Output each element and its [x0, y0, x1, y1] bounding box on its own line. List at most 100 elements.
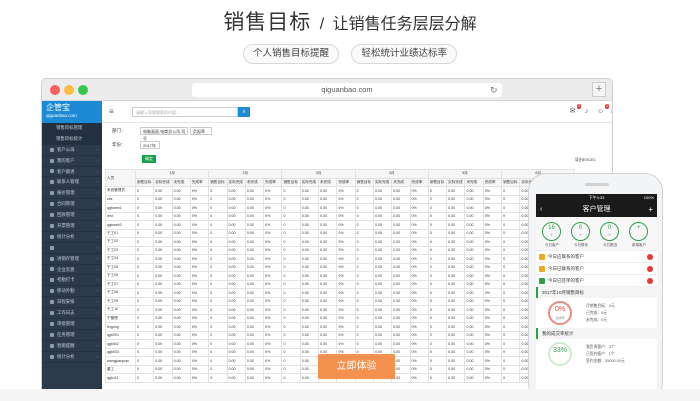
table-cell: 0%: [482, 330, 503, 340]
stat-unit: 个: [578, 233, 582, 237]
table-cell: 0.00: [446, 313, 466, 323]
phone-task-list: 今日应联系的客户 今日已联系的客户 今日已签单的客户: [536, 251, 657, 287]
table-cell: 0%: [336, 262, 356, 272]
task-item[interactable]: 今日应联系的客户: [536, 251, 657, 263]
stat-circle[interactable]: 0个: [571, 222, 590, 241]
sidebar-item[interactable]: 考勤打卡 ›: [42, 275, 102, 287]
chevron-right-icon: ›: [96, 310, 98, 316]
table-cell: 0.00: [244, 194, 265, 204]
year-select[interactable]: 2017年: [140, 141, 160, 149]
reload-icon[interactable]: ↻: [490, 83, 498, 97]
table-cell: 0.00: [391, 228, 411, 238]
task-item[interactable]: 今日已签单的客户: [536, 275, 657, 287]
table-cell: 0.00: [446, 220, 466, 230]
table-cell: 0%: [482, 220, 503, 230]
user-icon[interactable]: ☺ 1: [596, 104, 609, 116]
sidebar-item[interactable]: 智能提醒 ›: [42, 341, 102, 352]
table-cell: 0%: [189, 186, 210, 196]
table-cell: 0.00: [464, 237, 484, 247]
table-cell: 0.00: [171, 330, 191, 340]
sidebar-item[interactable]: 移动外勤 ›: [42, 286, 102, 298]
minimize-dot-icon[interactable]: [64, 85, 74, 95]
person-name: qgbweb1: [105, 203, 136, 213]
export-excel-button[interactable]: 导出EXCEL: [575, 157, 596, 163]
table-cell: 0.00: [372, 186, 393, 196]
sidebar-item[interactable]: 我的客户 ›: [42, 156, 102, 167]
sidebar-item[interactable]: 销售目标统计: [42, 133, 102, 145]
table-cell: 0.00: [446, 194, 466, 204]
table-cell: 0.00: [391, 313, 411, 323]
table-cell: 0%: [409, 279, 429, 289]
home-icon[interactable]: ⌂: [608, 107, 612, 116]
sidebar-item[interactable]: 企业云盘 ›: [42, 265, 102, 276]
sidebar-item[interactable]: 日程安排 ›: [42, 297, 102, 309]
app-logo[interactable]: 企管宝 qiguanbao.com: [42, 101, 102, 123]
sidebar-item[interactable]: 开票管理 ›: [42, 221, 102, 232]
table-cell: 0.00: [446, 356, 466, 366]
stat-circle[interactable]: 16 个: [542, 222, 561, 241]
table-cell: 0%: [409, 228, 429, 238]
table-cell: 0.00: [171, 194, 191, 204]
table-cell: 0%: [409, 356, 429, 366]
table-cell: 0.00: [464, 254, 484, 264]
task-item[interactable]: 今日已联系的客户: [536, 263, 657, 275]
search-button[interactable]: ⌕: [238, 107, 250, 117]
table-cell: 0: [281, 203, 301, 213]
sidebar-item[interactable]: 客户公海 ›: [42, 145, 102, 156]
month-header: 1月: [134, 169, 210, 179]
sidebar-item[interactable]: 任务管理 ›: [42, 330, 102, 341]
sidebar-item-label: 考勤打卡: [57, 277, 75, 283]
table-cell: 0: [354, 228, 374, 238]
sidebar-item[interactable]: 回款管理 ›: [42, 210, 102, 222]
table-cell: 0: [354, 220, 374, 230]
add-icon[interactable]: +: [648, 202, 653, 217]
sidebar-item-label: 日程安排: [57, 299, 75, 305]
stat-circle[interactable]: 0个: [600, 222, 619, 241]
bell-icon[interactable]: ♪: [582, 107, 591, 116]
back-icon[interactable]: ‹: [540, 202, 542, 217]
table-cell: 0: [134, 305, 155, 315]
table-cell: 0.00: [372, 330, 393, 340]
table-cell: 0.00: [153, 262, 173, 272]
sidebar-item[interactable]: 统计分析 ›: [42, 232, 102, 243]
table-cell: 0.00: [372, 305, 393, 315]
stat-circle[interactable]: +: [629, 222, 648, 241]
table-cell: 0.00: [372, 228, 393, 238]
table-cell: 0.00: [391, 305, 411, 315]
sidebar-item[interactable]: ›: [42, 243, 102, 254]
table-cell: 0%: [482, 271, 503, 281]
new-tab-icon[interactable]: +: [592, 82, 606, 97]
stat-value: +: [636, 225, 641, 231]
sidebar-item[interactable]: 统计分析 ›: [42, 352, 102, 363]
table-cell: 0.00: [244, 254, 265, 264]
search-input[interactable]: 请输入您要搜索的内容...: [132, 107, 238, 117]
address-bar[interactable]: qiguanbao.com: [192, 83, 502, 97]
table-cell: 0.00: [464, 288, 484, 298]
message-icon[interactable]: ✉ 2: [568, 104, 581, 116]
menu-toggle-icon[interactable]: ≡: [109, 107, 114, 116]
staff-select[interactable]: 负起草: [190, 127, 212, 135]
sidebar-item[interactable]: 联系人管理 ›: [42, 177, 102, 189]
dept-select[interactable]: 电脑画面,电商总公司,司号: [140, 127, 188, 141]
sidebar-item[interactable]: 合同管理 ›: [42, 199, 102, 211]
table-cell: 0%: [189, 322, 210, 332]
table-cell: 0%: [482, 211, 503, 221]
sidebar-item[interactable]: 工作日志 ›: [42, 308, 102, 320]
table-cell: 0: [281, 313, 301, 323]
sidebar-item[interactable]: 进销存管理 ›: [42, 254, 102, 265]
sidebar-item[interactable]: 销售目标管理: [42, 123, 102, 134]
table-cell: 0: [281, 296, 301, 306]
person-name: qgb111: [105, 373, 136, 383]
confirm-button[interactable]: 确定: [142, 155, 156, 163]
sidebar-item[interactable]: 审批管理 ›: [42, 319, 102, 330]
close-dot-icon[interactable]: [50, 85, 60, 95]
maximize-dot-icon[interactable]: [78, 85, 88, 95]
try-now-button[interactable]: 立即体验: [318, 354, 395, 379]
table-cell: 0: [427, 305, 448, 315]
chevron-right-icon: ›: [96, 190, 98, 196]
table-cell: 0: [281, 262, 301, 272]
sidebar-item[interactable]: 报价管理 ›: [42, 188, 102, 200]
table-cell: 0: [427, 254, 448, 264]
sidebar-item[interactable]: 客户跟进 ›: [42, 167, 102, 178]
table-cell: 0: [208, 211, 228, 221]
